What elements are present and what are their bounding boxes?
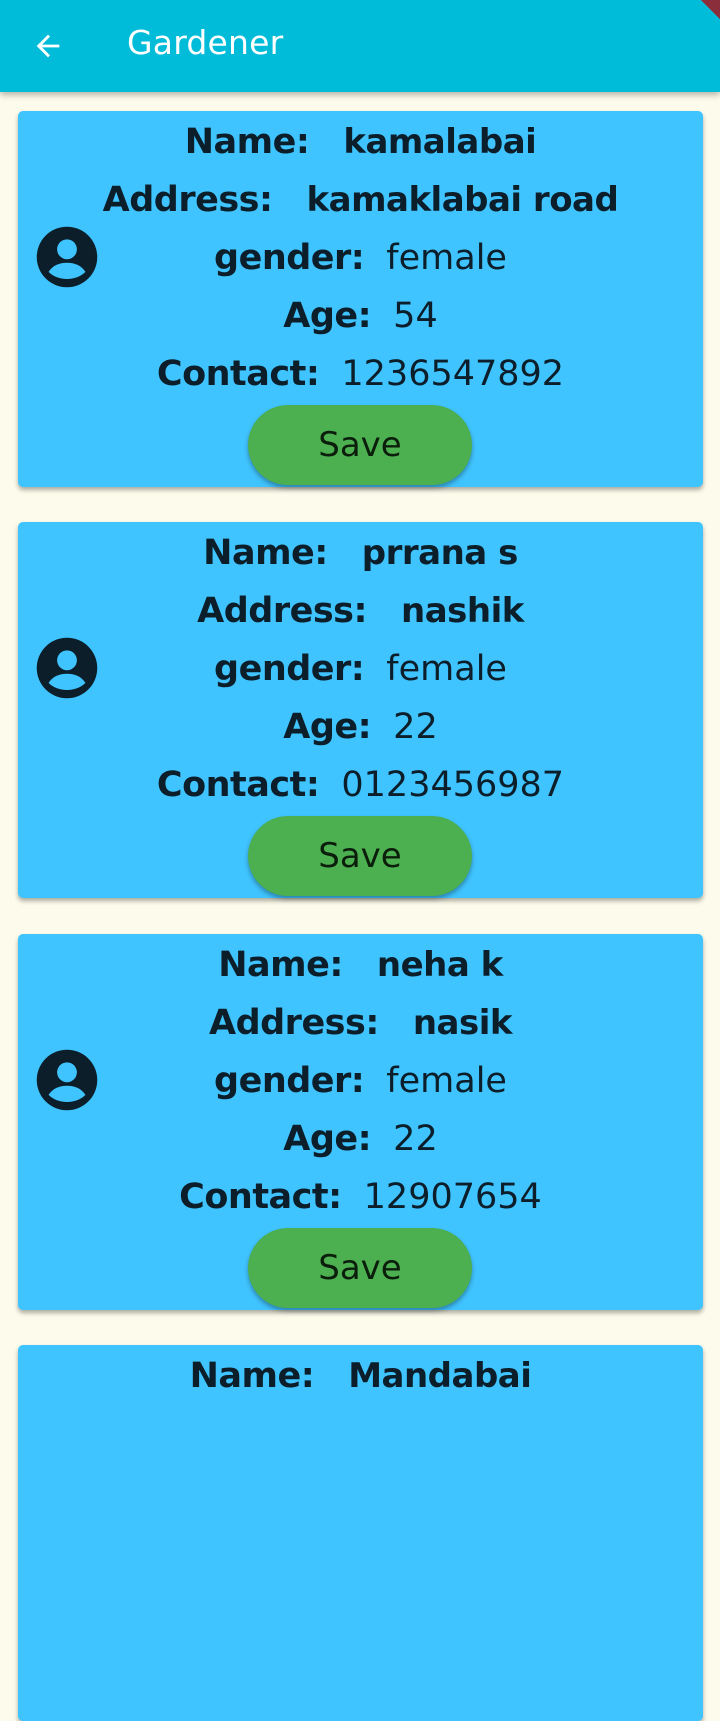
address-value: kamaklabai road: [306, 180, 619, 220]
gender-row: gender: female: [18, 1052, 703, 1110]
name-value: neha k: [376, 945, 503, 985]
age-row: Age: 54: [18, 287, 703, 345]
arrow-left-icon: [36, 34, 60, 58]
age-value: 22: [393, 1119, 438, 1159]
name-row: Name: kamalabai: [18, 113, 703, 171]
name-label: Name:: [184, 122, 310, 162]
contact-label: Contact:: [156, 765, 320, 805]
address-row: Address: nashik: [18, 582, 703, 640]
age-row: Age: 22: [18, 698, 703, 756]
name-row: Name: Mandabai: [18, 1347, 703, 1405]
contact-row: Contact: 12907654: [18, 1168, 703, 1226]
save-button[interactable]: Save: [248, 816, 472, 896]
save-button[interactable]: Save: [248, 405, 472, 485]
save-button[interactable]: Save: [248, 1228, 472, 1308]
debug-banner: [683, 0, 720, 32]
contact-label: Contact:: [179, 1177, 342, 1217]
contact-value: 1236547892: [341, 354, 565, 394]
name-row: Name: prrana s: [18, 524, 703, 582]
name-row: Name: neha k: [18, 936, 703, 994]
contact-label: Contact:: [156, 354, 320, 394]
contact-row: Contact: 1236547892: [18, 345, 703, 403]
app-bar: Gardener: [0, 0, 720, 92]
address-label: Address:: [208, 1003, 379, 1043]
address-value: nashik: [401, 591, 524, 631]
gardener-card: Name: neha k Address: nasik gender: fema…: [18, 934, 703, 1310]
name-label: Name:: [218, 945, 343, 985]
age-row: Age: 22: [18, 1110, 703, 1168]
age-label: Age:: [283, 707, 372, 747]
gender-label: gender:: [214, 1061, 365, 1101]
name-value: prrana s: [361, 533, 519, 573]
gender-value: female: [386, 1061, 507, 1101]
name-label: Name:: [189, 1356, 315, 1396]
page-title: Gardener: [127, 23, 284, 62]
address-label: Address:: [197, 591, 367, 631]
address-row: Address: kamaklabai road: [18, 171, 703, 229]
contact-value: 0123456987: [341, 765, 565, 805]
gardener-card: Name: kamalabai Address: kamaklabai road…: [18, 111, 703, 487]
age-value: 22: [393, 707, 438, 747]
name-value: Mandabai: [348, 1356, 532, 1396]
gender-value: female: [386, 649, 507, 689]
gender-value: female: [386, 238, 507, 278]
gender-row: gender: female: [18, 640, 703, 698]
gardener-list[interactable]: Name: kamalabai Address: kamaklabai road…: [0, 0, 720, 1721]
contact-value: 12907654: [363, 1177, 542, 1217]
gender-row: gender: female: [18, 229, 703, 287]
gender-label: gender:: [214, 649, 365, 689]
age-label: Age:: [283, 296, 372, 336]
address-value: nasik: [412, 1003, 513, 1043]
gardener-card: Name: Mandabai: [18, 1345, 703, 1721]
address-row: Address: nasik: [18, 994, 703, 1052]
name-value: kamalabai: [343, 122, 537, 162]
name-label: Name:: [203, 533, 328, 573]
age-label: Age:: [283, 1119, 372, 1159]
back-button[interactable]: [22, 20, 74, 72]
age-value: 54: [393, 296, 438, 336]
gardener-card: Name: prrana s Address: nashik gender: f…: [18, 522, 703, 898]
gender-label: gender:: [214, 238, 365, 278]
address-label: Address:: [102, 180, 273, 220]
contact-row: Contact: 0123456987: [18, 756, 703, 814]
